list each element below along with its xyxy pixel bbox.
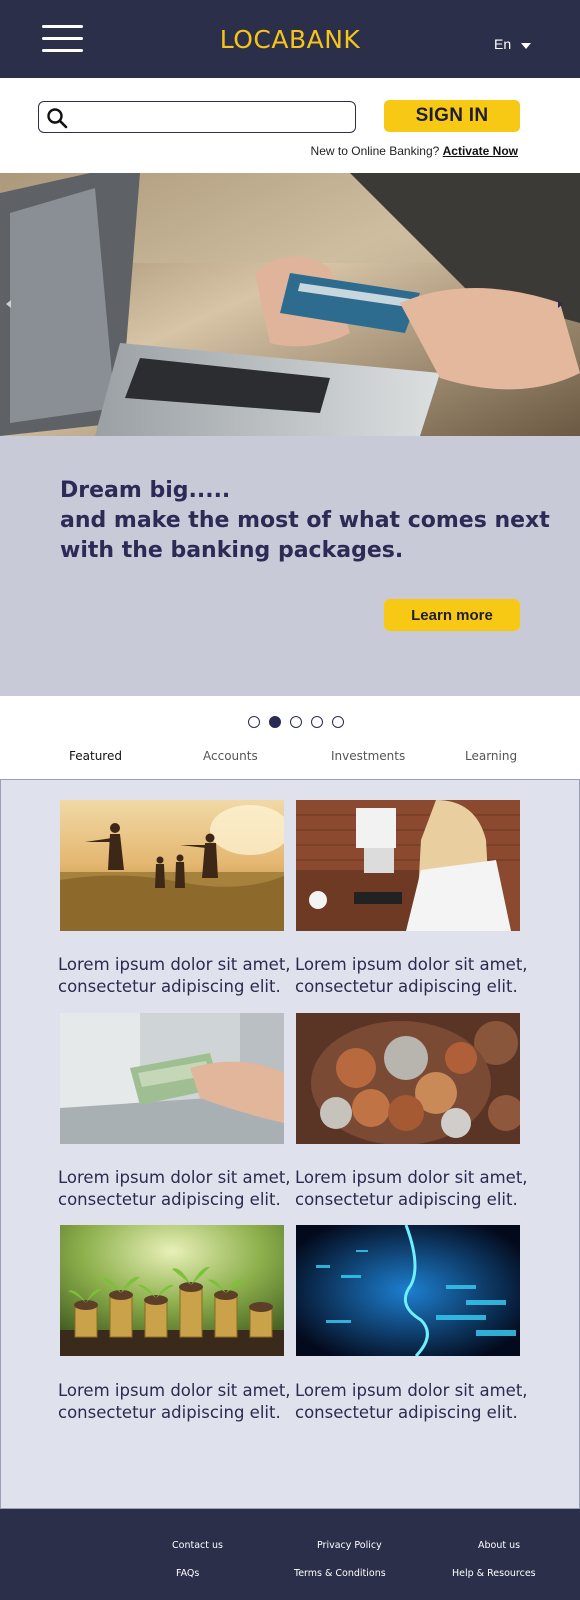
top-bar: LOCABANK En: [0, 0, 580, 78]
card-caption: Lorem ipsum dolor sit amet, consectetur …: [58, 954, 298, 998]
search-icon: [47, 108, 68, 129]
footer-link-contact-us[interactable]: Contact us: [172, 1540, 223, 1551]
card-caption-line-1: Lorem ipsum dolor sit amet,: [58, 1381, 291, 1400]
carousel-dot-active[interactable]: [269, 716, 281, 728]
hero-line-3: with the banking packages.: [60, 538, 404, 563]
card-caption-line-2: consectetur adipiscing elit.: [295, 1403, 518, 1422]
language-label: En: [494, 36, 512, 52]
tab-investments[interactable]: Investments: [331, 749, 405, 763]
card-image-family-running[interactable]: [60, 800, 284, 931]
carousel-dot[interactable]: [248, 716, 260, 728]
card-caption: Lorem ipsum dolor sit amet, consectetur …: [58, 1167, 298, 1211]
chevron-down-icon: [521, 42, 532, 49]
language-selector[interactable]: En: [494, 36, 532, 52]
hero-panel: [0, 436, 580, 696]
card-caption-line-1: Lorem ipsum dolor sit amet,: [295, 1168, 528, 1187]
card-caption: Lorem ipsum dolor sit amet, consectetur …: [295, 1380, 535, 1424]
carousel-dot[interactable]: [332, 716, 344, 728]
hero-line-2: and make the most of what comes next: [60, 508, 550, 533]
card-caption-line-1: Lorem ipsum dolor sit amet,: [58, 1168, 291, 1187]
card-image-plants-coins[interactable]: [60, 1225, 284, 1356]
card-caption: Lorem ipsum dolor sit amet, consectetur …: [295, 954, 535, 998]
card-image-digital-circuit[interactable]: [296, 1225, 520, 1356]
search-box: [38, 101, 356, 133]
card-caption-line-2: consectetur adipiscing elit.: [295, 977, 518, 996]
card-image-coin-jar[interactable]: [296, 1013, 520, 1144]
card-caption-line-2: consectetur adipiscing elit.: [295, 1190, 518, 1209]
card-caption-line-1: Lorem ipsum dolor sit amet,: [295, 1381, 528, 1400]
activate-now-link[interactable]: Activate Now: [443, 144, 518, 158]
new-user-text: New to Online Banking?: [310, 144, 440, 158]
footer-link-help-resources[interactable]: Help & Resources: [452, 1568, 536, 1579]
card-image-woman-desk[interactable]: [296, 800, 520, 931]
card-caption-line-2: consectetur adipiscing elit.: [58, 1190, 281, 1209]
card-caption-line-2: consectetur adipiscing elit.: [58, 977, 281, 996]
card-image-cash-teller[interactable]: [60, 1013, 284, 1144]
tab-accounts[interactable]: Accounts: [203, 749, 258, 763]
card-caption-line-1: Lorem ipsum dolor sit amet,: [58, 955, 291, 974]
carousel-next-arrow[interactable]: [558, 300, 563, 308]
hero-line-1: Dream big.....: [60, 478, 231, 503]
card-caption-line-2: consectetur adipiscing elit.: [58, 1403, 281, 1422]
footer: [0, 1509, 580, 1600]
card-caption: Lorem ipsum dolor sit amet, consectetur …: [58, 1380, 298, 1424]
footer-link-about-us[interactable]: About us: [478, 1540, 520, 1551]
tab-featured[interactable]: Featured: [69, 749, 122, 763]
carousel-prev-arrow[interactable]: [6, 300, 11, 308]
card-caption: Lorem ipsum dolor sit amet, consectetur …: [295, 1167, 535, 1211]
new-user-prompt: New to Online Banking? Activate Now: [311, 144, 518, 158]
footer-link-terms-conditions[interactable]: Terms & Conditions: [294, 1568, 386, 1579]
card-caption-line-1: Lorem ipsum dolor sit amet,: [295, 955, 528, 974]
carousel-indicators: [248, 716, 344, 728]
footer-link-faqs[interactable]: FAQs: [176, 1568, 199, 1579]
learn-more-button[interactable]: Learn more: [384, 599, 520, 631]
brand-logo[interactable]: LOCABANK: [0, 25, 580, 54]
footer-link-privacy-policy[interactable]: Privacy Policy: [317, 1540, 382, 1551]
sign-in-button[interactable]: SIGN IN: [384, 100, 520, 132]
carousel-dot[interactable]: [290, 716, 302, 728]
search-input[interactable]: [75, 105, 345, 129]
tab-learning[interactable]: Learning: [465, 749, 517, 763]
carousel-dot[interactable]: [311, 716, 323, 728]
hero-headline: Dream big..... and make the most of what…: [60, 476, 550, 566]
hero-image-laptop-card: [0, 173, 580, 436]
